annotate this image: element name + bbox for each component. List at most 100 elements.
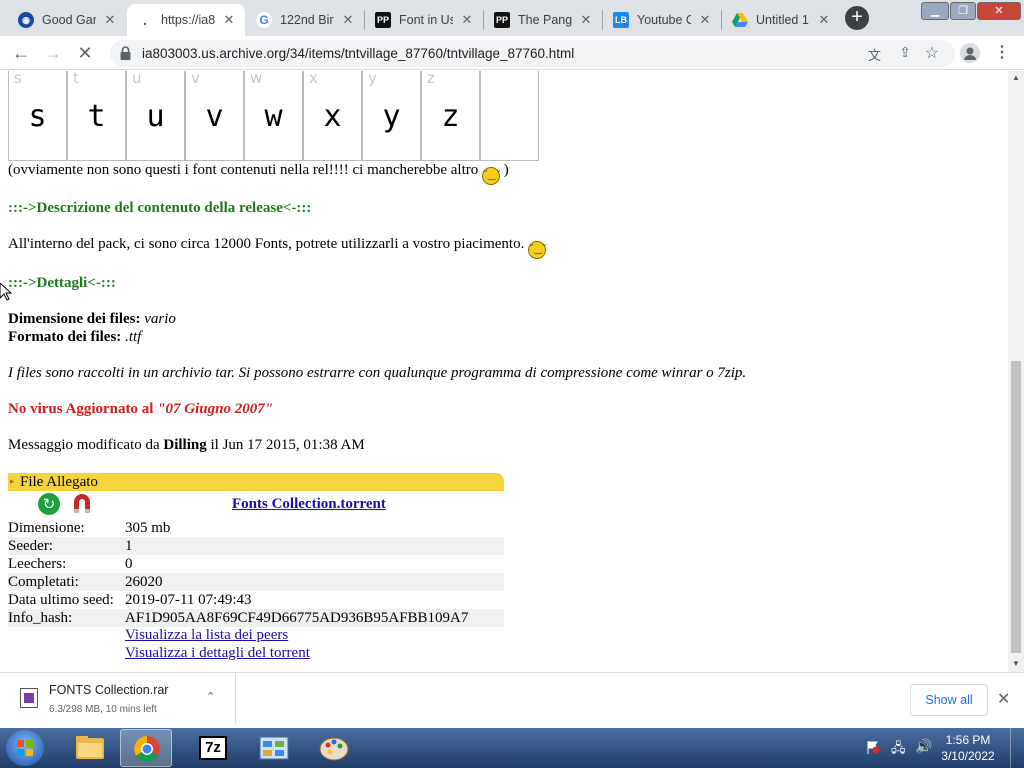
- glyph-small: u: [132, 71, 142, 87]
- new-tab-button[interactable]: +: [845, 6, 869, 30]
- row-value: 0: [125, 556, 133, 572]
- sevenzip-icon[interactable]: 7z: [186, 729, 238, 767]
- field-value: vario: [140, 311, 176, 327]
- tab-google[interactable]: G 122nd Birt ✕: [246, 4, 364, 36]
- scroll-down-icon[interactable]: ▼: [1012, 659, 1020, 668]
- tab-label: Good Gam: [42, 13, 96, 27]
- heading-decor: :::->: [8, 200, 37, 216]
- scrollbar-thumb[interactable]: [1011, 361, 1021, 653]
- volume-icon[interactable]: 🔊: [915, 738, 932, 755]
- row-key: Info_hash:: [8, 610, 73, 626]
- glyph-small: v: [191, 71, 200, 87]
- page-content: ssttuuvvwwxxyyzz (ovviamente non sono qu…: [0, 71, 1008, 672]
- row-value: AF1D905AA8F69CF49D66775AD936B95AFBB109A7: [125, 610, 469, 626]
- back-arrow-icon[interactable]: ←: [9, 42, 33, 64]
- bookmark-star-icon[interactable]: ☆: [925, 43, 939, 63]
- translate-icon[interactable]: ⽂: [868, 45, 881, 64]
- tab-archive[interactable]: . https://ia8 ✕: [127, 4, 245, 36]
- close-download-bar-icon[interactable]: ✕: [997, 689, 1010, 709]
- file-explorer-icon[interactable]: [64, 729, 116, 767]
- description-body: All'interno del pack, ci sono circa 1200…: [8, 236, 529, 252]
- table-row: Seeder: 1: [8, 537, 504, 555]
- tab-strip: ◉ Good Gam ✕ . https://ia8 ✕ G 122nd Bir…: [0, 0, 1024, 36]
- virus-notice: No virus Aggiornato al "07 Giugno 2007": [8, 401, 273, 418]
- show-all-button[interactable]: Show all: [910, 684, 988, 716]
- tab-untitled[interactable]: Untitled 1 ✕: [722, 4, 840, 36]
- heading-decor: <-:::: [282, 200, 312, 216]
- smiley-icon: ˘‿˘: [528, 241, 547, 259]
- scroll-up-icon[interactable]: ▲: [1012, 73, 1020, 82]
- note-close: ): [500, 162, 509, 178]
- maximize-button[interactable]: ❐: [950, 2, 976, 20]
- edit-message: Messaggio modificato da Dilling il Jun 1…: [8, 437, 365, 454]
- glyph-small: x: [309, 71, 318, 87]
- glyph-cell: uu: [126, 71, 185, 161]
- menu-kebab-icon[interactable]: ⋮: [990, 42, 1014, 64]
- close-tab-icon[interactable]: ✕: [459, 12, 475, 28]
- start-button[interactable]: [6, 730, 44, 766]
- loading-icon: .: [143, 12, 147, 28]
- pp-icon: PP: [494, 12, 510, 28]
- tab-pango[interactable]: PP The Pango ✕: [484, 4, 602, 36]
- tab-font-in-use[interactable]: PP Font in Us ✕: [365, 4, 483, 36]
- tab-label: Untitled 1: [756, 13, 809, 27]
- close-tab-icon[interactable]: ✕: [816, 12, 832, 28]
- drive-icon: [732, 12, 748, 28]
- chevron-up-icon[interactable]: ⌃: [206, 690, 215, 703]
- refresh-icon[interactable]: ↻: [38, 493, 60, 515]
- magnet-icon[interactable]: [71, 493, 93, 515]
- peers-list-link[interactable]: Visualizza la lista dei peers: [125, 627, 288, 644]
- heading-text: Descrizione del contenuto della release: [36, 200, 283, 216]
- forward-arrow-icon[interactable]: →: [41, 42, 65, 64]
- minimize-button[interactable]: ▁: [921, 2, 949, 20]
- network-icon[interactable]: 🖧: [891, 739, 906, 761]
- window-close-button[interactable]: ✕: [977, 2, 1021, 20]
- glyph-cell: vv: [185, 71, 244, 161]
- gamepad-icon: ◉: [18, 12, 34, 28]
- description-text: All'interno del pack, ci sono circa 1200…: [8, 236, 547, 259]
- edit-suffix: il Jun 17 2015, 01:38 AM: [206, 437, 365, 453]
- tab-label: Youtube C: [637, 13, 691, 27]
- glyph-large: x: [323, 99, 342, 134]
- release-note: (ovviamente non sono questi i font conte…: [8, 162, 509, 185]
- clock[interactable]: 1:56 PM 3/10/2022: [940, 732, 996, 764]
- tab-label: The Pango: [518, 13, 572, 27]
- tab-youtube[interactable]: LB Youtube C ✕: [603, 4, 721, 36]
- torrent-details-link[interactable]: Visualizza i dettagli del torrent: [125, 645, 310, 662]
- mouse-cursor-icon: [0, 282, 13, 301]
- close-tab-icon[interactable]: ✕: [578, 12, 594, 28]
- action-center-flag-icon[interactable]: [866, 740, 880, 754]
- torrent-link[interactable]: Fonts Collection.torrent: [232, 496, 386, 513]
- close-tab-icon[interactable]: ✕: [697, 12, 713, 28]
- rar-file-icon: [20, 688, 38, 708]
- share-icon[interactable]: ⇪: [899, 44, 911, 61]
- attachment-title: File Allegato: [20, 474, 98, 490]
- download-item[interactable]: FONTS Collection.rar 6.3/298 MB, 10 mins…: [8, 673, 236, 723]
- chrome-icon[interactable]: [120, 729, 172, 767]
- show-desktop-button[interactable]: [1010, 728, 1024, 768]
- glyph-small: s: [14, 71, 22, 87]
- virus-text: No virus Aggiornato al: [8, 401, 158, 417]
- profile-avatar-icon[interactable]: [960, 43, 980, 63]
- vertical-scrollbar[interactable]: ▲ ▼: [1008, 71, 1024, 672]
- row-key: Data ultimo seed:: [8, 592, 114, 608]
- close-tab-icon[interactable]: ✕: [340, 12, 356, 28]
- address-bar[interactable]: ia803003.us.archive.org/34/items/tntvill…: [110, 40, 955, 67]
- table-row: Completati: 26020: [8, 573, 504, 591]
- close-tab-icon[interactable]: ✕: [221, 12, 237, 28]
- stop-loading-icon[interactable]: ✕: [73, 42, 97, 64]
- tab-good-games[interactable]: ◉ Good Gam ✕: [8, 4, 126, 36]
- glyph-small: w: [250, 71, 263, 87]
- control-panel-icon[interactable]: [248, 729, 300, 767]
- row-value: 1: [125, 538, 133, 554]
- paint-icon[interactable]: [308, 729, 360, 767]
- url-text: ia803003.us.archive.org/34/items/tntvill…: [142, 46, 575, 61]
- row-key: Dimensione:: [8, 520, 85, 536]
- row-value: 2019-07-11 07:49:43: [125, 592, 252, 608]
- row-key: Completati:: [8, 574, 79, 590]
- close-tab-icon[interactable]: ✕: [102, 12, 118, 28]
- details-heading: :::->Dettagli<-:::: [8, 275, 116, 292]
- files-format: Formato dei files: .ttf: [8, 329, 141, 346]
- note-text: (ovviamente non sono questi i font conte…: [8, 162, 483, 178]
- smiley-icon: ˘‿˘: [482, 167, 501, 185]
